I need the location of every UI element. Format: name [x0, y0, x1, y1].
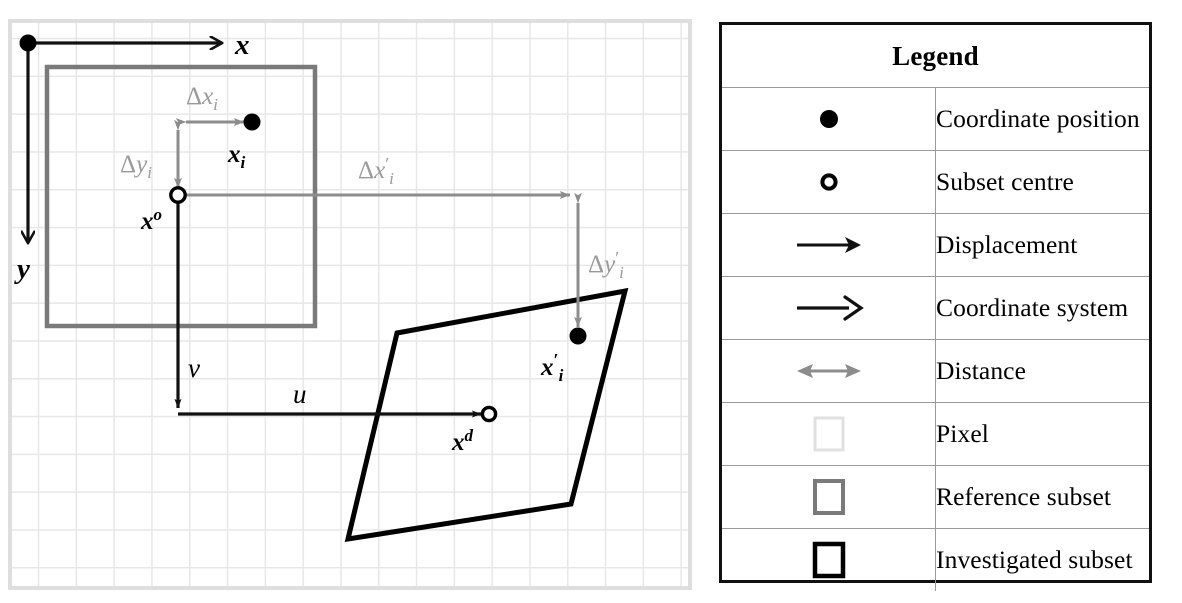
- legend-label-distance: Distance: [935, 339, 1149, 403]
- light-square-icon: [722, 403, 935, 465]
- legend-label-coordinate-position: Coordinate position: [935, 87, 1149, 151]
- legend-panel: Legend Coordinate position Subset centre…: [719, 22, 1152, 591]
- legend-label-investigated-subset: Investigated subset: [935, 528, 1149, 591]
- subset-centre-x-o: [169, 186, 187, 204]
- legend-header-row: Legend: [722, 25, 1149, 88]
- label-u: u: [293, 379, 307, 409]
- filled-circle-icon: [722, 88, 935, 150]
- subset-displacement-diagram: x y Δxi Δyi Δx′i Δy′i xi xo x′i xd v u: [8, 19, 692, 590]
- legend-row-coordinate-position: Coordinate position: [722, 87, 1149, 151]
- axis-label-x: x: [234, 29, 250, 61]
- legend-row-reference-subset: Reference subset: [722, 465, 1149, 529]
- legend-row-pixel: Pixel: [722, 402, 1149, 466]
- black-square-icon: [722, 529, 935, 591]
- axis-label-y: y: [14, 253, 30, 285]
- legend-symbol-coordinate-system: [722, 276, 936, 340]
- legend-label-subset-centre: Subset centre: [935, 150, 1149, 214]
- legend-symbol-subset-centre: [722, 150, 936, 214]
- legend-symbol-pixel: [722, 402, 936, 466]
- double-arrow-icon: [722, 340, 935, 402]
- origin-point: [19, 34, 37, 52]
- coordinate-position-x-i: [243, 113, 261, 131]
- gray-square-icon: [722, 466, 935, 528]
- label-v: v: [188, 353, 200, 383]
- open-arrow-icon: [722, 277, 935, 339]
- coordinate-position-x-i-prime: [569, 327, 587, 345]
- pixel-grid: [8, 19, 692, 590]
- legend-table: Legend Coordinate position Subset centre…: [722, 25, 1149, 591]
- legend-row-distance: Distance: [722, 339, 1149, 403]
- label-delta-x-i-prime: Δx′i: [358, 154, 394, 188]
- legend-row-investigated-subset: Investigated subset: [722, 528, 1149, 591]
- legend-symbol-distance: [722, 339, 936, 403]
- legend-symbol-reference-subset: [722, 465, 936, 529]
- legend-label-pixel: Pixel: [935, 402, 1149, 466]
- legend-symbol-displacement: [722, 213, 936, 277]
- legend-symbol-investigated-subset: [722, 528, 936, 591]
- figure-root: x y Δxi Δyi Δx′i Δy′i xi xo x′i xd v u L…: [0, 0, 1182, 603]
- legend-row-coordinate-system: Coordinate system: [722, 276, 1149, 340]
- legend-symbol-coordinate-position: [722, 87, 936, 151]
- legend-label-reference-subset: Reference subset: [935, 465, 1149, 529]
- legend-label-coordinate-system: Coordinate system: [935, 276, 1149, 340]
- legend-row-subset-centre: Subset centre: [722, 150, 1149, 214]
- subset-centre-x-d: [480, 405, 498, 423]
- label-delta-y-i-prime: Δy′i: [588, 248, 624, 282]
- legend-row-displacement: Displacement: [722, 213, 1149, 277]
- solid-arrow-icon: [722, 214, 935, 276]
- open-circle-icon: [722, 151, 935, 213]
- legend-label-displacement: Displacement: [935, 213, 1149, 277]
- legend-title: Legend: [722, 25, 1149, 88]
